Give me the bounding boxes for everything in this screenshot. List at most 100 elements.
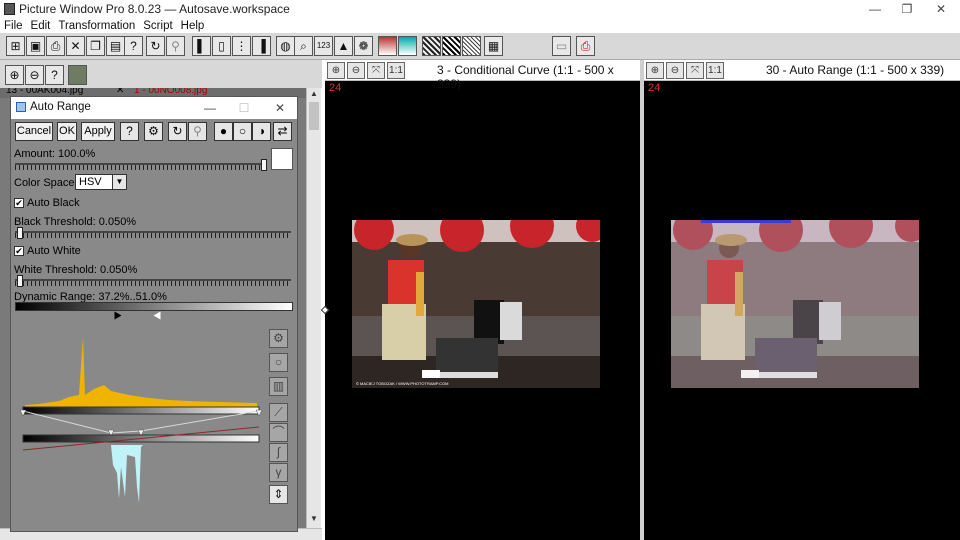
image-thumb-icon[interactable]	[68, 65, 87, 85]
copy-icon[interactable]: ❐	[86, 36, 105, 56]
app-icon	[4, 3, 15, 15]
photo-conditional-curve[interactable]: © MACIEJ TOBOZAK / WWW.PHOTOTRAMP.COM	[352, 220, 600, 388]
help-icon[interactable]: ?	[124, 36, 143, 56]
tab-1[interactable]: 1 - 00NO008.jpg	[134, 88, 207, 96]
color-preview-swatch[interactable]	[271, 148, 293, 170]
side-histogram-icon[interactable]: ▥	[269, 377, 288, 396]
menu-help[interactable]: Help	[177, 19, 209, 34]
white-threshold-slider[interactable]	[15, 275, 291, 288]
menu-transformation[interactable]: Transformation	[54, 19, 139, 34]
pattern-1-icon[interactable]	[422, 36, 441, 56]
menu-edit[interactable]: Edit	[27, 19, 55, 34]
dialog-run-icon[interactable]: ⚲	[188, 122, 207, 141]
amount-label: Amount: 100.0%	[14, 148, 96, 160]
help-question-icon[interactable]: ?	[45, 65, 64, 85]
up-down-icon[interactable]: ⇕	[269, 485, 288, 504]
dynamic-range-max-marker[interactable]	[153, 311, 161, 320]
window-title: Picture Window Pro 8.0.23 — Autosave.wor…	[19, 2, 290, 16]
numbers-icon[interactable]: 123	[314, 36, 333, 56]
auto-white-checkbox[interactable]: ✔	[14, 246, 24, 256]
black-threshold-slider[interactable]	[15, 227, 291, 240]
zoom-out-icon[interactable]: ⊖	[25, 65, 44, 85]
tab-13[interactable]: 13 - 00AK004.jpg	[6, 88, 83, 96]
white-threshold-label: White Threshold: 0.050%	[14, 264, 138, 276]
color-space-value: HSV	[79, 176, 102, 188]
dialog-minimize-button[interactable]: —	[199, 99, 221, 117]
zoom-in-icon[interactable]: ⊕	[5, 65, 24, 85]
photo-auto-range[interactable]	[671, 220, 919, 388]
photo-left-caption: © MACIEJ TOBOZAK / WWW.PHOTOTRAMP.COM	[356, 381, 448, 386]
screen-icon[interactable]: ▭	[552, 36, 571, 56]
close-image-icon[interactable]: ✕	[66, 36, 85, 56]
mask-dark-icon[interactable]: ●	[214, 122, 233, 141]
pane-right-fit-icon[interactable]: ⤧	[686, 62, 704, 79]
pane-right-zoom-out-icon[interactable]: ⊖	[666, 62, 684, 79]
open-icon[interactable]: ⊞	[6, 36, 25, 56]
left-tools-row: ⊕ ⊖ ?	[0, 60, 322, 88]
dialog-maximize-button[interactable]: ☐	[233, 99, 255, 117]
pattern-3-icon[interactable]	[462, 36, 481, 56]
pane-left-zoom-out-icon[interactable]: ⊖	[347, 62, 365, 79]
pattern-2-icon[interactable]	[442, 36, 461, 56]
dialog-refresh-icon[interactable]: ↻	[168, 122, 187, 141]
cancel-button[interactable]: Cancel	[15, 122, 53, 141]
curve-gamma-icon[interactable]: γ	[269, 463, 288, 482]
curve-arc-icon[interactable]: ⌒	[269, 423, 288, 442]
pane-right-actual-size-button[interactable]: 1:1	[706, 62, 724, 79]
menu-script[interactable]: Script	[139, 19, 176, 34]
print-icon[interactable]: ⎙	[46, 36, 65, 56]
side-circle-icon[interactable]: ○	[269, 353, 288, 372]
color-swatch-icon[interactable]	[378, 36, 397, 56]
pane-left-zoom-in-icon[interactable]: ⊕	[327, 62, 345, 79]
settings-gear-icon[interactable]: ⚙	[144, 122, 163, 141]
mask-swatch-icon[interactable]	[398, 36, 417, 56]
mask-circle-icon[interactable]: ○	[233, 122, 252, 141]
restore-button[interactable]: ❐	[890, 0, 924, 18]
layout-split-icon[interactable]: ⋮	[232, 36, 251, 56]
scroll-down-icon[interactable]: ▼	[307, 514, 321, 526]
scroll-thumb[interactable]	[309, 102, 319, 130]
dialog-button-row: Cancel OK Apply ? ⚙ ↻ ⚲ ● ○ ◑ ⇄	[11, 120, 297, 144]
amount-slider[interactable]	[15, 159, 267, 172]
curve-linear-icon[interactable]: ⟋	[269, 403, 288, 422]
white-threshold-knob[interactable]	[17, 275, 23, 287]
layout-left-icon[interactable]: ▌	[192, 36, 211, 56]
auto-range-dialog: Auto Range — ☐ ✕ Cancel OK Apply ? ⚙ ↻ ⚲…	[10, 96, 298, 532]
left-vertical-scrollbar[interactable]: ▲ ▼	[306, 88, 321, 528]
run-icon[interactable]: ⚲	[166, 36, 185, 56]
auto-black-checkbox[interactable]: ✔	[14, 198, 24, 208]
grid-icon[interactable]: ▦	[484, 36, 503, 56]
paste-icon[interactable]: ▤	[106, 36, 125, 56]
menu-file[interactable]: File	[0, 19, 27, 34]
mountain-icon[interactable]: ▲	[334, 36, 353, 56]
ok-button[interactable]: OK	[57, 122, 77, 141]
layout-single-icon[interactable]: ▯	[212, 36, 231, 56]
scroll-up-icon[interactable]: ▲	[307, 89, 321, 101]
mask-half-icon[interactable]: ◑	[252, 122, 271, 141]
dynamic-range-min-marker[interactable]	[114, 311, 122, 320]
refresh-icon[interactable]: ↻	[146, 36, 165, 56]
color-space-select[interactable]: HSV ▼	[75, 174, 127, 190]
image-pane-right: ⊕ ⊖ ⤧ 1:1 30 - Auto Range (1:1 - 500 x 3…	[644, 60, 960, 540]
layout-right-icon[interactable]: ▐	[252, 36, 271, 56]
dialog-help-button[interactable]: ?	[120, 122, 139, 141]
palette-icon[interactable]: ❁	[354, 36, 373, 56]
swap-icon[interactable]: ⇄	[273, 122, 292, 141]
chevron-down-icon[interactable]: ▼	[112, 174, 127, 190]
apply-button[interactable]: Apply	[81, 122, 115, 141]
pane-right-zoom-in-icon[interactable]: ⊕	[646, 62, 664, 79]
side-settings-icon[interactable]: ⚙	[269, 329, 288, 348]
pane-left-actual-size-button[interactable]: 1:1	[387, 62, 405, 79]
amount-slider-knob[interactable]	[261, 159, 267, 171]
dialog-close-button[interactable]: ✕	[269, 99, 291, 117]
black-threshold-knob[interactable]	[17, 227, 23, 239]
curve-s-icon[interactable]: ∫	[269, 443, 288, 462]
printer-red-icon[interactable]: ⎙	[576, 36, 595, 56]
save-icon[interactable]: ▣	[26, 36, 45, 56]
mouse-icon[interactable]: ◍	[276, 36, 295, 56]
tab-close-icon[interactable]: ✕	[116, 88, 124, 96]
close-window-button[interactable]: ✕	[924, 0, 958, 18]
minimize-button[interactable]: —	[858, 0, 892, 18]
pane-left-fit-icon[interactable]: ⤧	[367, 62, 385, 79]
zoom-icon[interactable]: ⌕	[294, 36, 313, 56]
